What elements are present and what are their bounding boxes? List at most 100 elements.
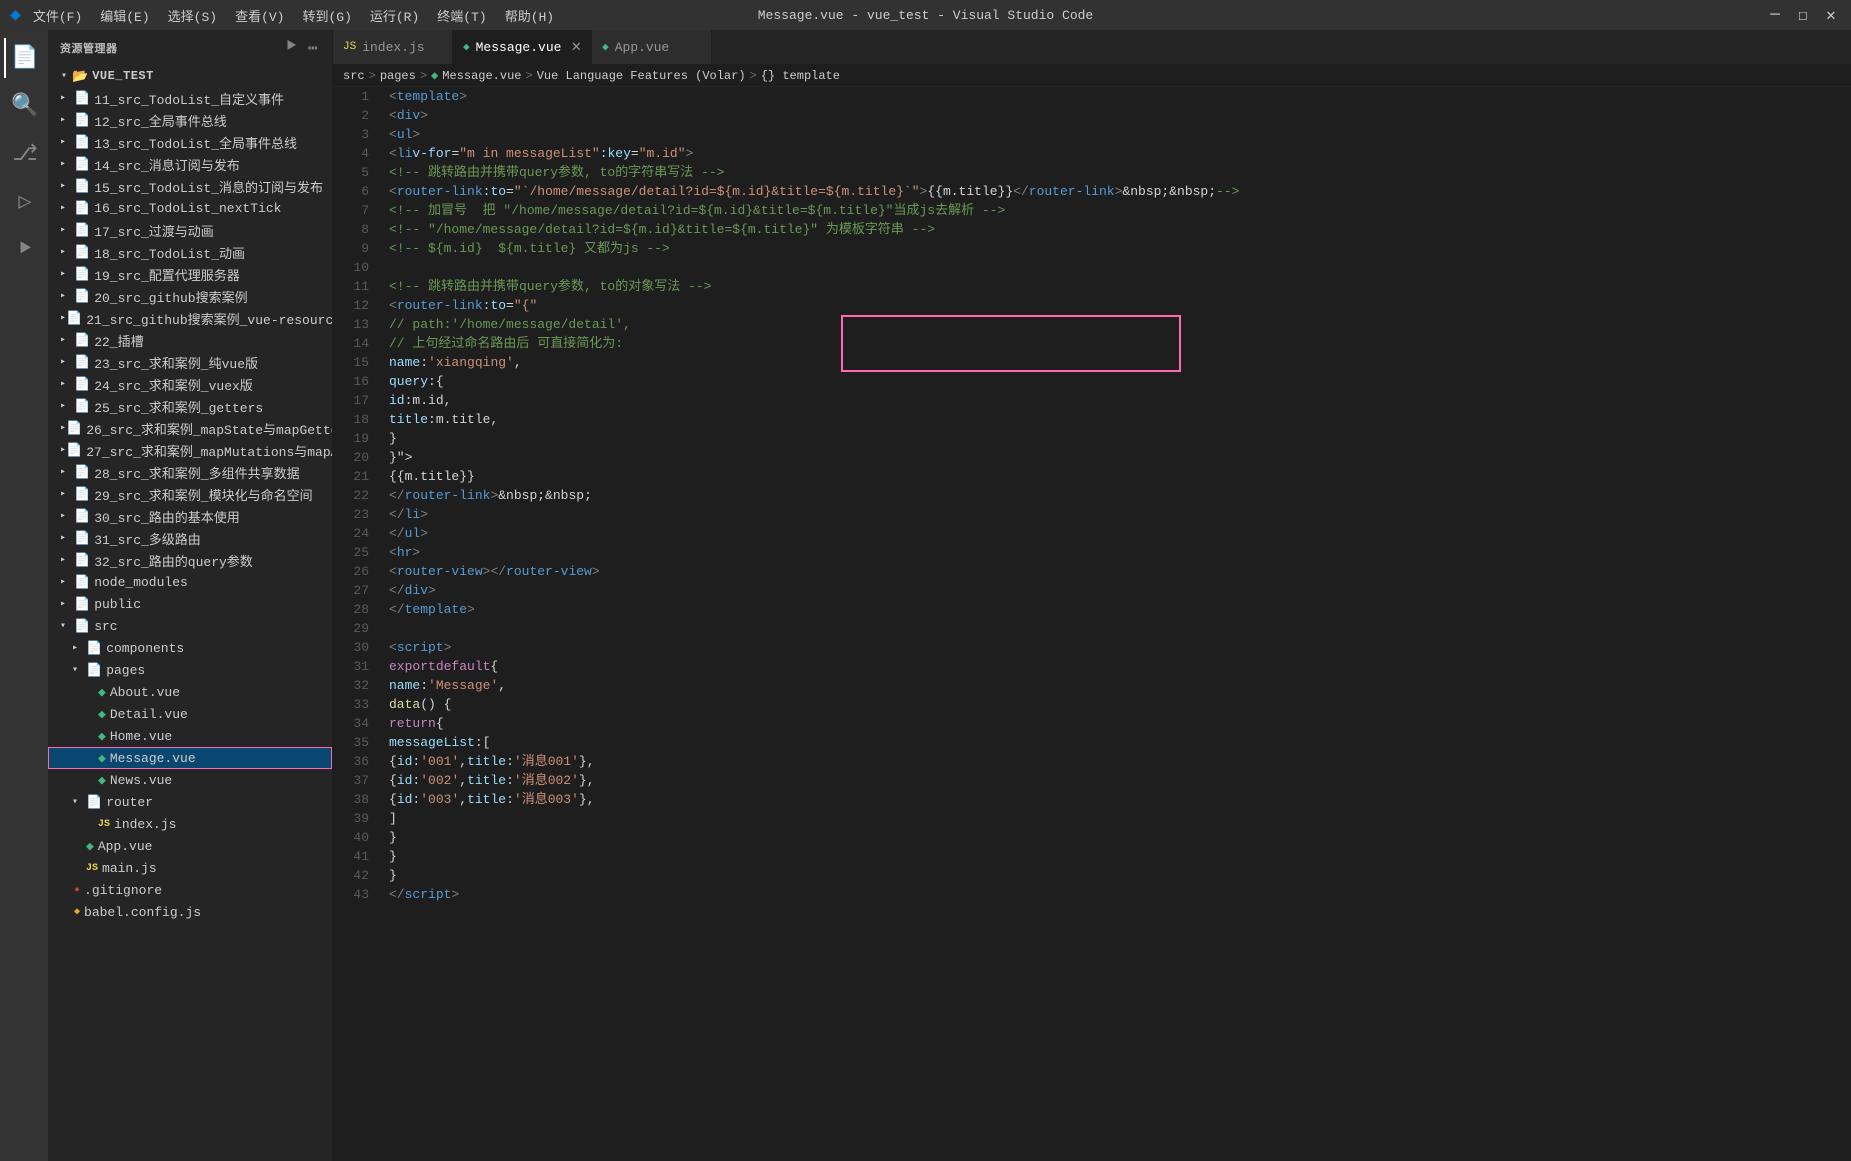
tree-item-label: Home.vue [110, 729, 172, 744]
line-number: 20 [333, 448, 369, 467]
search-icon[interactable]: 🔍 [4, 86, 44, 126]
tree-item[interactable]: ▸📄17_src_过渡与动画 [48, 219, 332, 241]
tree-item[interactable]: ▸📄public [48, 593, 332, 615]
tree-item[interactable]: ▸📄22_插槽 [48, 329, 332, 351]
line-number: 43 [333, 885, 369, 904]
tree-item[interactable]: ▸📄20_src_github搜索案例 [48, 285, 332, 307]
tree-item[interactable]: ◆News.vue [48, 769, 332, 791]
tree-item[interactable]: ▸📄25_src_求和案例_getters [48, 395, 332, 417]
line-number: 12 [333, 296, 369, 315]
vue-file-icon: ◆ [86, 839, 94, 854]
close-button[interactable]: ✕ [1821, 5, 1841, 25]
code-line: query:{ [389, 372, 1851, 391]
tree-item[interactable]: ▸📄30_src_路由的基本使用 [48, 505, 332, 527]
tree-item-label: 16_src_TodoList_nextTick [94, 201, 281, 216]
folder-icon: 📄 [74, 597, 90, 612]
tree-item[interactable]: ◆About.vue [48, 681, 332, 703]
tree-item[interactable]: ▸📄23_src_求和案例_纯vue版 [48, 351, 332, 373]
tree-item[interactable]: ▸📄27_src_求和案例_mapMutations与mapActions [48, 439, 332, 461]
menu-view[interactable]: 查看(V) [235, 6, 284, 25]
folder-arrow-icon: ▸ [60, 532, 74, 544]
menu-file[interactable]: 文件(F) [33, 6, 82, 25]
run-icon[interactable]: ▷ [4, 182, 44, 222]
tab-message-vue[interactable]: ◆ Message.vue ✕ [453, 30, 592, 64]
folder-icon: 📄 [66, 311, 82, 326]
root-arrow-icon: ▾ [56, 70, 72, 82]
breadcrumb-message-vue[interactable]: Message.vue [442, 69, 521, 83]
new-file-icon[interactable]: ⯈ [283, 36, 300, 60]
code-line: }"> [389, 448, 1851, 467]
menu-edit[interactable]: 编辑(E) [100, 6, 149, 25]
tree-item[interactable]: ▸📄16_src_TodoList_nextTick [48, 197, 332, 219]
line-number: 36 [333, 752, 369, 771]
tree-item[interactable]: ▸📄24_src_求和案例_vuex版 [48, 373, 332, 395]
menu-terminal[interactable]: 终端(T) [437, 6, 486, 25]
breadcrumb-template[interactable]: {} template [761, 69, 840, 83]
minimize-button[interactable]: ─ [1765, 5, 1785, 25]
tree-item[interactable]: ▸📄18_src_TodoList_动画 [48, 241, 332, 263]
code-line: ] [389, 809, 1851, 828]
tree-item[interactable]: ▸📄11_src_TodoList_自定义事件 [48, 87, 332, 109]
tree-item[interactable]: ▸📄node_modules [48, 571, 332, 593]
tree-item-label: 29_src_求和案例_模块化与命名空间 [94, 485, 312, 504]
menu-run[interactable]: 运行(R) [370, 6, 419, 25]
tree-item[interactable]: ▸📄29_src_求和案例_模块化与命名空间 [48, 483, 332, 505]
tree-item[interactable]: ▾📄src [48, 615, 332, 637]
more-options-icon[interactable]: ⋯ [306, 36, 320, 60]
code-wrapper[interactable]: <template> <div> <ul> <li v-for="m in me… [381, 87, 1851, 1161]
explorer-icon[interactable]: 📄 [4, 38, 44, 78]
editor-area: JS index.js ◆ Message.vue ✕ ◆ App.vue sr… [333, 30, 1851, 1161]
code-line: // 上句经过命名路由后 可直接简化为: [389, 334, 1851, 353]
js-file-icon: JS [86, 863, 98, 874]
menu-goto[interactable]: 转到(G) [302, 6, 351, 25]
root-folder[interactable]: ▾ 📂 VUE_TEST [48, 65, 332, 87]
line-number: 15 [333, 353, 369, 372]
tree-item[interactable]: ✷.gitignore [48, 879, 332, 901]
tree-item[interactable]: JSindex.js [48, 813, 332, 835]
tree-item[interactable]: ▸📄13_src_TodoList_全局事件总线 [48, 131, 332, 153]
tree-item[interactable]: ▸📄14_src_消息订阅与发布 [48, 153, 332, 175]
tree-item[interactable]: ▾📄pages [48, 659, 332, 681]
tree-item-label: 13_src_TodoList_全局事件总线 [94, 133, 297, 152]
tree-item[interactable]: ◆Home.vue [48, 725, 332, 747]
folder-arrow-icon: ▸ [60, 268, 74, 280]
tree-item[interactable]: ◆Detail.vue [48, 703, 332, 725]
tree-item[interactable]: ◆babel.config.js [48, 901, 332, 923]
tab-close-icon[interactable]: ✕ [571, 39, 581, 55]
tree-item[interactable]: ▸📄28_src_求和案例_多组件共享数据 [48, 461, 332, 483]
tree-item[interactable]: ▸📄32_src_路由的query参数 [48, 549, 332, 571]
breadcrumb-pages[interactable]: pages [380, 69, 416, 83]
code-line: export default { [389, 657, 1851, 676]
menu-help[interactable]: 帮助(H) [505, 6, 554, 25]
menu-select[interactable]: 选择(S) [168, 6, 217, 25]
tree-item[interactable]: ▸📄12_src_全局事件总线 [48, 109, 332, 131]
tree-item[interactable]: ◆App.vue [48, 835, 332, 857]
tree-item[interactable]: ▸📄26_src_求和案例_mapState与mapGetters [48, 417, 332, 439]
tree-item[interactable]: ▸📄21_src_github搜索案例_vue-resource [48, 307, 332, 329]
tree-item[interactable]: ◆Message.vue [48, 747, 332, 769]
folder-icon: 📄 [74, 465, 90, 480]
tree-item[interactable]: ▸📄31_src_多级路由 [48, 527, 332, 549]
code-line: <script> [389, 638, 1851, 657]
breadcrumb-volar[interactable]: Vue Language Features (Volar) [537, 69, 746, 83]
folder-icon: 📄 [74, 179, 90, 194]
source-control-icon[interactable]: ⎇ [4, 134, 44, 174]
breadcrumb-src[interactable]: src [343, 69, 365, 83]
tree-item[interactable]: ▸📄15_src_TodoList_消息的订阅与发布 [48, 175, 332, 197]
tab-js-icon: JS [343, 41, 356, 53]
tree-item[interactable]: JSmain.js [48, 857, 332, 879]
breadcrumb-sep-3: > [525, 69, 532, 83]
tree-item[interactable]: ▸📄19_src_配置代理服务器 [48, 263, 332, 285]
folder-icon: 📄 [74, 509, 90, 524]
line-number: 14 [333, 334, 369, 353]
folder-arrow-icon: ▸ [60, 136, 74, 148]
tab-index-js[interactable]: JS index.js [333, 30, 453, 64]
sidebar: 资源管理器 ⯈ ⋯ ▾ 📂 VUE_TEST ▸📄11_src_TodoList… [48, 30, 333, 1161]
tree-item[interactable]: ▸📄components [48, 637, 332, 659]
line-number: 26 [333, 562, 369, 581]
tab-app-vue[interactable]: ◆ App.vue [592, 30, 712, 64]
extensions-icon[interactable]: ⯈ [4, 230, 44, 270]
maximize-button[interactable]: ☐ [1793, 5, 1813, 25]
tree-item[interactable]: ▾📄router [48, 791, 332, 813]
line-number: 10 [333, 258, 369, 277]
